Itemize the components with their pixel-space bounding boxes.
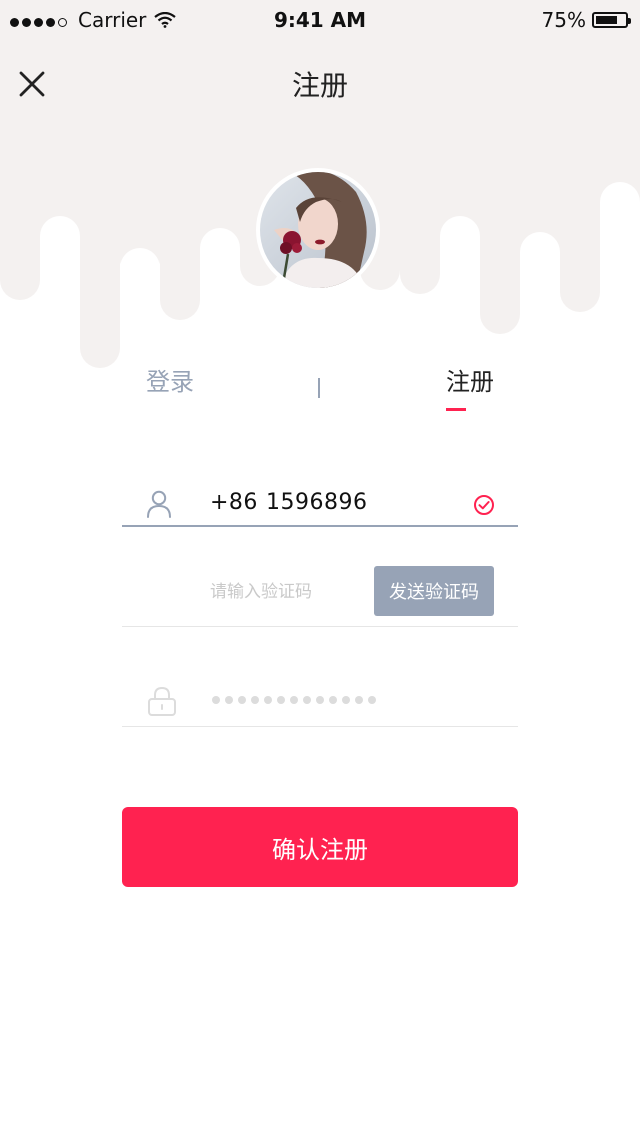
code-field-underline <box>122 626 518 627</box>
avatar-portrait <box>260 172 376 288</box>
status-bar: Carrier 9:41 AM 75% <box>0 0 640 40</box>
tab-divider <box>318 378 320 398</box>
password-field-underline <box>122 726 518 727</box>
password-dot <box>264 696 272 704</box>
tab-register[interactable]: 注册 <box>446 362 494 397</box>
password-dot <box>225 696 233 704</box>
page-title: 注册 <box>291 69 348 102</box>
verification-code-input[interactable] <box>210 580 360 604</box>
send-code-button[interactable]: 发送验证码 <box>374 566 494 616</box>
battery-fill <box>596 16 617 24</box>
active-tab-indicator <box>446 408 466 411</box>
password-dot <box>277 696 285 704</box>
lock-icon <box>148 686 176 716</box>
country-code[interactable]: +86 <box>210 490 258 515</box>
password-dot <box>329 696 337 704</box>
password-dot <box>316 696 324 704</box>
password-dot <box>212 696 220 704</box>
password-input[interactable] <box>212 696 376 704</box>
password-dot <box>290 696 298 704</box>
battery-icon <box>592 12 631 28</box>
password-dot <box>355 696 363 704</box>
status-right: 75% <box>541 8 631 32</box>
check-circle-icon <box>474 495 494 515</box>
phone-input[interactable]: 1596896 <box>266 490 367 515</box>
password-dot <box>342 696 350 704</box>
password-dot <box>368 696 376 704</box>
confirm-register-button[interactable]: 确认注册 <box>122 807 518 887</box>
password-dot <box>251 696 259 704</box>
tab-login[interactable]: 登录 <box>146 362 194 397</box>
password-dot <box>303 696 311 704</box>
user-icon <box>147 490 171 518</box>
avatar <box>260 172 376 288</box>
phone-field-underline <box>122 525 518 527</box>
battery-percent: 75% <box>541 8 586 32</box>
password-dot <box>238 696 246 704</box>
